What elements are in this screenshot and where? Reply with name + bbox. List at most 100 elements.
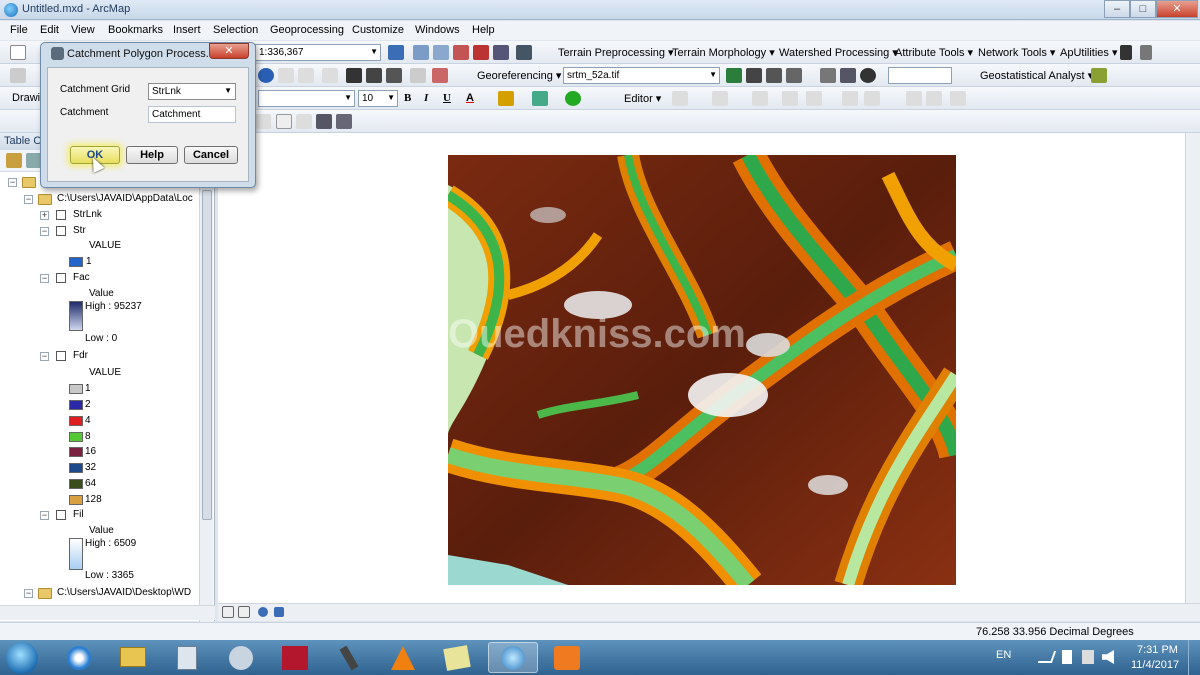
toc-vertical-scrollbar[interactable]: [199, 172, 213, 642]
dialog-close-button[interactable]: ✕: [209, 43, 249, 59]
measure-icon[interactable]: [322, 68, 338, 83]
swipe-icon[interactable]: [432, 68, 448, 83]
menu-help[interactable]: Help: [472, 24, 495, 36]
split-icon[interactable]: [806, 91, 822, 106]
data-view-button[interactable]: [222, 606, 234, 618]
legend-swatch[interactable]: [69, 495, 83, 505]
menu-windows[interactable]: Windows: [415, 24, 460, 36]
microphone-taskbar-icon[interactable]: [324, 642, 374, 673]
bold-button[interactable]: B: [404, 92, 411, 104]
cancel-button[interactable]: Cancel: [184, 146, 238, 164]
point-icon[interactable]: [782, 91, 798, 106]
collapse-icon[interactable]: −: [8, 178, 17, 187]
layer-combo[interactable]: srtm_52a.tif ▼: [563, 67, 720, 84]
volume-icon[interactable]: [1102, 650, 1114, 664]
arcmap-taskbar-icon[interactable]: [488, 642, 538, 673]
point-tool-icon[interactable]: [1140, 45, 1152, 60]
toc-window-icon[interactable]: [413, 45, 429, 60]
legend-swatch[interactable]: [69, 384, 83, 394]
legend-gradient[interactable]: [69, 301, 83, 331]
collapse-icon[interactable]: −: [40, 352, 49, 361]
legend-gradient[interactable]: [69, 538, 83, 570]
catchment-grid-select[interactable]: StrLnk ▼: [148, 83, 236, 100]
new-document-icon[interactable]: [10, 45, 26, 60]
layer-visibility-checkbox[interactable]: [56, 210, 66, 220]
network-icon[interactable]: [1082, 650, 1094, 664]
layer-fac[interactable]: Fac: [73, 272, 90, 283]
minimize-button[interactable]: –: [1104, 0, 1130, 18]
line-color-icon[interactable]: [532, 91, 548, 106]
zoom-in-icon[interactable]: [10, 68, 26, 83]
menu-edit[interactable]: Edit: [40, 24, 59, 36]
export-icon[interactable]: [336, 114, 352, 129]
shift-icon[interactable]: [786, 68, 802, 83]
scale-combo[interactable]: 1:336,367 ▼: [255, 44, 381, 61]
layer-fil[interactable]: Fil: [73, 509, 84, 520]
map-view[interactable]: Ouedkniss.com: [218, 133, 1200, 603]
font-color-button[interactable]: A: [466, 92, 474, 104]
toolbar-text-field[interactable]: [888, 67, 952, 84]
link-table-icon[interactable]: [820, 68, 836, 83]
clock-time[interactable]: 7:31 PM: [1137, 644, 1178, 656]
show-desktop-button[interactable]: [1188, 640, 1200, 675]
html-popup-icon[interactable]: [298, 68, 314, 83]
watershed-processing-menu[interactable]: Watershed Processing ▾: [779, 46, 898, 59]
menu-view[interactable]: View: [71, 24, 95, 36]
editor-toolbar-icon[interactable]: [388, 45, 404, 60]
layer-visibility-checkbox[interactable]: [56, 273, 66, 283]
rotate-icon[interactable]: [766, 68, 782, 83]
terrain-morphology-menu[interactable]: Terrain Morphology ▾: [672, 46, 775, 59]
font-name-combo[interactable]: ▼: [258, 90, 355, 107]
reshape-icon[interactable]: [842, 91, 858, 106]
add-control-points-icon[interactable]: [726, 68, 742, 83]
legend-swatch[interactable]: [69, 432, 83, 442]
python-window-icon[interactable]: [493, 45, 509, 60]
explore-data-icon[interactable]: [1091, 68, 1107, 83]
sketch-properties-icon[interactable]: [926, 91, 942, 106]
mendeley-taskbar-icon[interactable]: [270, 642, 320, 673]
browser-taskbar-icon[interactable]: [54, 642, 104, 673]
trace-icon[interactable]: [752, 91, 768, 106]
refresh-icon[interactable]: [860, 68, 876, 83]
edit-tool-icon[interactable]: [672, 91, 688, 106]
maximize-button[interactable]: □: [1130, 0, 1156, 18]
help-button[interactable]: Help: [126, 146, 178, 164]
legend-swatch[interactable]: [69, 257, 83, 267]
print-icon[interactable]: [316, 114, 332, 129]
page-icon[interactable]: [255, 114, 271, 129]
battery-icon[interactable]: [1062, 650, 1072, 664]
refresh-view-icon[interactable]: [258, 607, 268, 617]
legend-swatch[interactable]: [69, 463, 83, 473]
menu-customize[interactable]: Customize: [352, 24, 404, 36]
layout-view-button[interactable]: [238, 606, 250, 618]
underline-button[interactable]: U: [443, 92, 451, 104]
identify-icon[interactable]: [258, 68, 274, 83]
collapse-icon[interactable]: −: [40, 274, 49, 283]
zoom-page-icon[interactable]: [296, 114, 312, 129]
workspace-path[interactable]: C:\Users\JAVAID\Desktop\WD: [57, 587, 191, 598]
flow-tool-icon[interactable]: [1120, 45, 1132, 60]
collapse-icon[interactable]: −: [24, 589, 33, 598]
terrain-preprocessing-menu[interactable]: Terrain Preprocessing ▾: [558, 46, 674, 59]
map-vertical-scrollbar[interactable]: [1185, 133, 1200, 603]
catalog-window-icon[interactable]: [433, 45, 449, 60]
layer-visibility-checkbox[interactable]: [56, 510, 66, 520]
attribute-tools-menu[interactable]: Attribute Tools ▾: [895, 46, 973, 59]
menu-file[interactable]: File: [10, 24, 28, 36]
hyperlink-icon[interactable]: [278, 68, 294, 83]
time-slider-icon[interactable]: [410, 68, 426, 83]
layer-visibility-checkbox[interactable]: [56, 351, 66, 361]
scrollbar-thumb[interactable]: [202, 190, 212, 520]
search-window-icon[interactable]: [453, 45, 469, 60]
recorder-taskbar-icon[interactable]: [542, 642, 592, 673]
close-button[interactable]: ✕: [1156, 0, 1198, 18]
layer-visibility-checkbox[interactable]: [56, 226, 66, 236]
clock-date[interactable]: 11/4/2017: [1131, 659, 1179, 671]
straight-segment-icon[interactable]: [712, 91, 728, 106]
map-horizontal-scrollbar[interactable]: [218, 603, 1200, 621]
network-tools-menu[interactable]: Network Tools ▾: [978, 46, 1055, 59]
toc-horizontal-scrollbar[interactable]: [0, 605, 215, 620]
legend-swatch[interactable]: [69, 447, 83, 457]
start-button[interactable]: [6, 642, 38, 674]
calculator-taskbar-icon[interactable]: [162, 642, 212, 673]
